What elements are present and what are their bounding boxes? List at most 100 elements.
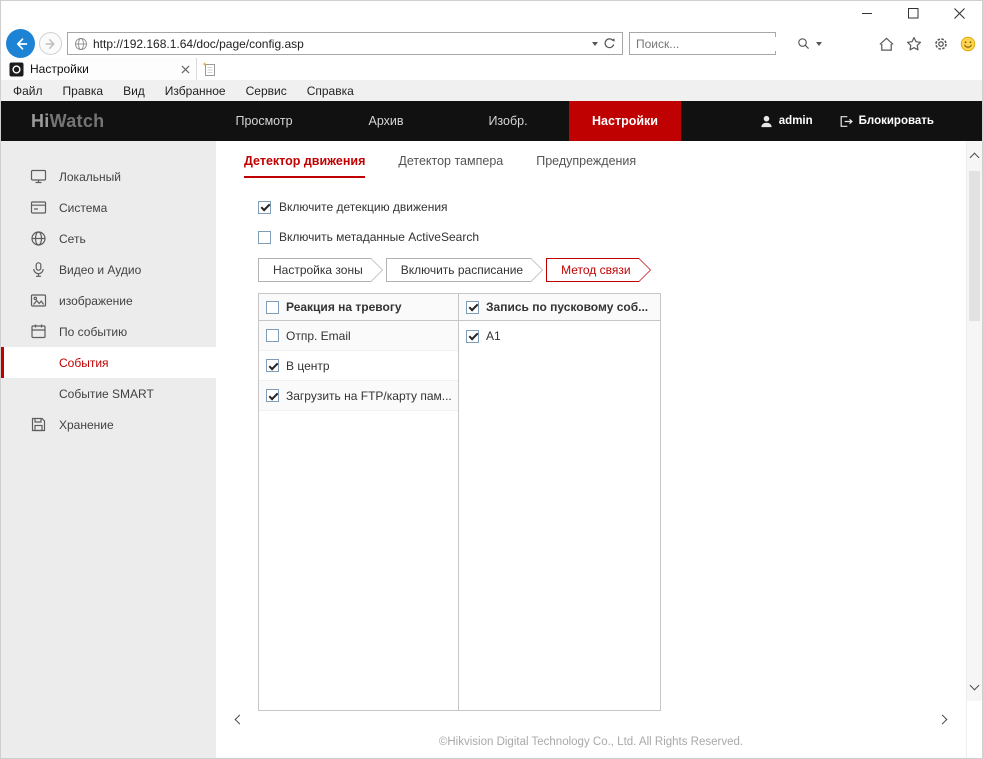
- upload-ftp-checkbox[interactable]: [266, 389, 279, 402]
- url-input[interactable]: [93, 37, 587, 51]
- user-icon: [760, 115, 773, 128]
- select-all-actions-checkbox[interactable]: [266, 301, 279, 314]
- send-email-checkbox[interactable]: [266, 329, 279, 342]
- subtab-arming-schedule[interactable]: Включить расписание: [386, 258, 531, 282]
- search-icon[interactable]: [797, 37, 810, 50]
- sidebar-item-event[interactable]: По событию: [1, 316, 216, 347]
- sidebar-item-video-audio[interactable]: Видео и Аудио: [1, 254, 216, 285]
- notify-center-checkbox[interactable]: [266, 359, 279, 372]
- sidebar-item-events[interactable]: События: [1, 347, 216, 378]
- back-button[interactable]: [6, 29, 35, 58]
- minimize-icon: [862, 6, 873, 24]
- sidebar-item-network[interactable]: Сеть: [1, 223, 216, 254]
- row-label: A1: [486, 329, 501, 343]
- row-label: Отпр. Email: [286, 329, 351, 343]
- sidebar-item-label: Локальный: [59, 170, 121, 184]
- trigger-recording-checkbox[interactable]: [466, 301, 479, 314]
- title-bar: [1, 1, 982, 29]
- tab-exception[interactable]: Предупреждения: [536, 154, 636, 178]
- new-tab-icon: [201, 61, 219, 78]
- storage-disk-icon: [30, 416, 47, 433]
- minimize-button[interactable]: [844, 1, 890, 29]
- sidebar-item-storage[interactable]: Хранение: [1, 409, 216, 440]
- sidebar-item-image[interactable]: изображение: [1, 285, 216, 316]
- search-input[interactable]: [636, 37, 791, 51]
- browser-tabbar: Настройки: [1, 58, 982, 80]
- image-icon: [30, 292, 47, 309]
- menu-tools[interactable]: Сервис: [246, 84, 287, 98]
- address-bar[interactable]: [67, 32, 623, 55]
- column-header-label: Реакция на тревогу: [286, 300, 402, 314]
- settings-gear-icon[interactable]: [933, 36, 949, 52]
- nav-live-view[interactable]: Просмотр: [203, 101, 325, 141]
- logout-icon: [839, 115, 853, 128]
- hiwatch-logo: HiWatch: [31, 101, 104, 141]
- favorites-star-icon[interactable]: [906, 36, 922, 52]
- browser-navbar: [1, 29, 982, 58]
- globe-icon: [74, 37, 88, 51]
- nav-configuration[interactable]: Настройки: [569, 101, 681, 141]
- maximize-button[interactable]: [890, 1, 936, 29]
- enable-motion-detection-checkbox[interactable]: [258, 201, 271, 214]
- subtab-area-settings[interactable]: Настройка зоны: [258, 258, 371, 282]
- linkage-column-trigger-recording: Запись по пусковому соб... A1: [459, 294, 660, 710]
- menu-file[interactable]: Файл: [13, 84, 43, 98]
- refresh-icon[interactable]: [603, 37, 616, 50]
- forward-button[interactable]: [39, 32, 62, 55]
- sidebar-item-label: По событию: [59, 325, 127, 339]
- browser-window: Настройки Файл Правка Вид Избранное Серв…: [0, 0, 983, 759]
- vertical-scrollbar[interactable]: [966, 141, 982, 759]
- enable-motion-detection-label: Включите детекцию движения: [279, 200, 448, 214]
- menu-view[interactable]: Вид: [123, 84, 145, 98]
- scroll-up-button[interactable]: [967, 149, 982, 165]
- sidebar-item-label: Событие SMART: [59, 387, 154, 401]
- sidebar-item-label: Сеть: [59, 232, 86, 246]
- tab-motion-detection[interactable]: Детектор движения: [244, 154, 365, 178]
- close-icon: [954, 6, 965, 24]
- search-dropdown-icon[interactable]: [816, 42, 822, 46]
- scroll-down-button[interactable]: [967, 677, 982, 693]
- subtab-linkage-method[interactable]: Метод связи: [546, 258, 638, 282]
- tab-title: Настройки: [30, 62, 175, 76]
- microphone-icon: [30, 261, 47, 278]
- scroll-left-icon[interactable]: [235, 715, 245, 725]
- enable-activesearch-label: Включить метаданные ActiveSearch: [279, 230, 479, 244]
- forward-arrow-icon: [44, 37, 58, 51]
- tab-close-icon[interactable]: [181, 65, 190, 74]
- table-row: Отпр. Email: [259, 321, 458, 351]
- column-header: Реакция на тревогу: [259, 294, 458, 321]
- lock-label: Блокировать: [859, 115, 934, 127]
- sidebar-item-local[interactable]: Локальный: [1, 161, 216, 192]
- menu-favorites[interactable]: Избранное: [165, 84, 226, 98]
- scrollbar-thumb[interactable]: [969, 171, 980, 321]
- user-name: admin: [779, 115, 813, 127]
- menu-bar: Файл Правка Вид Избранное Сервис Справка: [1, 80, 982, 101]
- maximize-icon: [908, 6, 919, 24]
- scrollbar-track[interactable]: [967, 141, 982, 701]
- sidebar-item-smart-event[interactable]: Событие SMART: [1, 378, 216, 409]
- nav-picture[interactable]: Изобр.: [447, 101, 569, 141]
- close-button[interactable]: [936, 1, 982, 29]
- table-row: A1: [459, 321, 660, 351]
- address-dropdown-icon[interactable]: [592, 42, 598, 46]
- menu-edit[interactable]: Правка: [63, 84, 104, 98]
- tab-tamper-detection[interactable]: Детектор тампера: [398, 154, 503, 178]
- detector-tabs: Детектор движения Детектор тампера Преду…: [244, 154, 636, 178]
- lock-button[interactable]: Блокировать: [839, 115, 934, 128]
- home-icon[interactable]: [878, 36, 895, 52]
- column-header-label: Запись по пусковому соб...: [486, 300, 648, 314]
- sub-tabs: Настройка зоны Включить расписание Метод…: [258, 258, 654, 282]
- new-tab-button[interactable]: [201, 58, 219, 80]
- favicon-icon: [9, 62, 24, 77]
- channel-a1-checkbox[interactable]: [466, 330, 479, 343]
- enable-activesearch-checkbox[interactable]: [258, 231, 271, 244]
- scroll-right-icon[interactable]: [938, 715, 948, 725]
- calendar-icon: [30, 323, 47, 340]
- sidebar-item-system[interactable]: Система: [1, 192, 216, 223]
- monitor-icon: [30, 168, 47, 185]
- feedback-smiley-icon[interactable]: [960, 36, 976, 52]
- menu-help[interactable]: Справка: [307, 84, 354, 98]
- browser-tab[interactable]: Настройки: [1, 58, 197, 80]
- nav-playback[interactable]: Архив: [325, 101, 447, 141]
- search-box[interactable]: [629, 32, 776, 55]
